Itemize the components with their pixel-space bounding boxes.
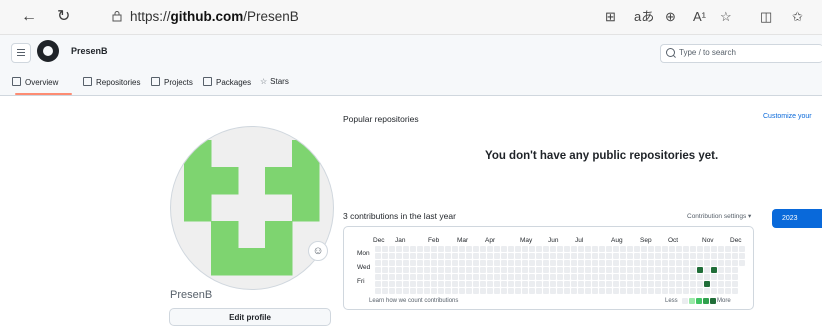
active-tab-underline	[15, 93, 72, 95]
address-bar[interactable]: https://github.com/PresenB	[104, 6, 404, 28]
table-icon	[151, 77, 160, 86]
browser-toolbar: ← ↻ https://github.com/PresenB ⊞ aあ ⊕ A¹…	[0, 0, 822, 35]
identicon-cell	[184, 167, 212, 195]
favorites-list-icon[interactable]: ✩	[792, 9, 803, 25]
tab-projects[interactable]: Projects	[151, 77, 193, 87]
identicon-cell	[211, 167, 239, 195]
translate-icon[interactable]: aあ	[634, 9, 654, 25]
repo-icon	[83, 77, 92, 86]
month-label: Jun	[548, 237, 559, 244]
tab-packages[interactable]: Packages	[203, 77, 251, 87]
refresh-icon[interactable]: ↻	[57, 9, 70, 25]
tab-stars[interactable]: ☆ Stars	[260, 77, 289, 86]
identicon-cell	[211, 221, 239, 249]
learn-contributions-link[interactable]: Learn how we count contributions	[369, 298, 458, 304]
identicon-cell	[238, 248, 266, 276]
legend-level-4	[710, 298, 716, 304]
identicon-cell	[292, 167, 320, 195]
book-icon	[12, 77, 21, 86]
weekday-label: Mon	[357, 250, 370, 257]
tab-repositories[interactable]: Repositories	[83, 77, 140, 87]
identicon-cell	[292, 194, 320, 222]
avatar[interactable]	[170, 126, 334, 290]
legend-more: More	[717, 298, 731, 304]
contribution-settings-dropdown[interactable]: Contribution settings ▾	[687, 212, 751, 220]
identicon-cell	[184, 194, 212, 222]
legend-level-3	[703, 298, 709, 304]
tab-overview[interactable]: Overview	[12, 77, 58, 87]
month-label: Apr	[485, 237, 496, 244]
package-icon	[203, 77, 212, 86]
menu-button[interactable]	[11, 43, 31, 63]
split-screen-icon[interactable]: ◫	[760, 9, 772, 25]
edit-profile-button[interactable]: Edit profile	[169, 308, 331, 326]
customize-pins-link[interactable]: Customize your	[763, 113, 812, 120]
month-label: Jan	[395, 237, 406, 244]
github-logo-icon[interactable]	[37, 40, 59, 62]
month-label: Dec	[373, 237, 385, 244]
identicon-cell	[211, 248, 239, 276]
identicon-cell	[184, 140, 212, 168]
identicon-cell	[265, 221, 293, 249]
legend-level-1	[689, 298, 695, 304]
month-label: May	[520, 237, 533, 244]
search-input[interactable]: Type / to search	[660, 44, 822, 63]
contributions-title: 3 contributions in the last year	[343, 211, 456, 221]
month-label: Mar	[457, 237, 469, 244]
popular-repositories-title: Popular repositories	[343, 114, 419, 124]
lock-icon	[112, 11, 122, 22]
read-aloud-icon[interactable]: A¹	[693, 9, 706, 25]
url-text: https://github.com/PresenB	[130, 9, 299, 24]
year-button[interactable]: 2023	[772, 209, 822, 228]
identicon-cell	[265, 167, 293, 195]
month-label: Dec	[730, 237, 742, 244]
legend-level-0	[682, 298, 688, 304]
weekday-label: Wed	[357, 264, 371, 271]
profile-nav: Overview Repositories Projects Packages …	[0, 72, 400, 95]
search-icon	[666, 48, 675, 57]
identicon-cell	[265, 248, 293, 276]
app-grid-icon[interactable]: ⊞	[605, 9, 616, 25]
profile-name: PresenB	[170, 289, 213, 301]
month-label: Sep	[640, 237, 652, 244]
favorite-star-icon[interactable]: ☆	[720, 9, 732, 25]
smiley-icon: ☺	[312, 245, 324, 257]
header-username[interactable]: PresenB	[71, 46, 108, 56]
identicon	[184, 140, 320, 276]
legend-less: Less	[665, 298, 678, 304]
identicon-cell	[292, 140, 320, 168]
set-status-button[interactable]: ☺	[308, 241, 328, 261]
github-header: PresenB Type / to search Overview Reposi…	[0, 35, 822, 96]
weekday-label: Fri	[357, 278, 365, 285]
month-label: Oct	[668, 237, 679, 244]
month-label: Jul	[575, 237, 584, 244]
zoom-icon[interactable]: ⊕	[665, 9, 676, 25]
legend-level-2	[696, 298, 702, 304]
month-label: Aug	[611, 237, 623, 244]
search-placeholder: Type / to search	[679, 48, 736, 57]
empty-repos-message: You don't have any public repositories y…	[485, 150, 719, 162]
month-label: Nov	[702, 237, 714, 244]
star-icon: ☆	[260, 77, 268, 86]
month-label: Feb	[428, 237, 440, 244]
back-arrow-icon[interactable]: ←	[21, 9, 37, 25]
